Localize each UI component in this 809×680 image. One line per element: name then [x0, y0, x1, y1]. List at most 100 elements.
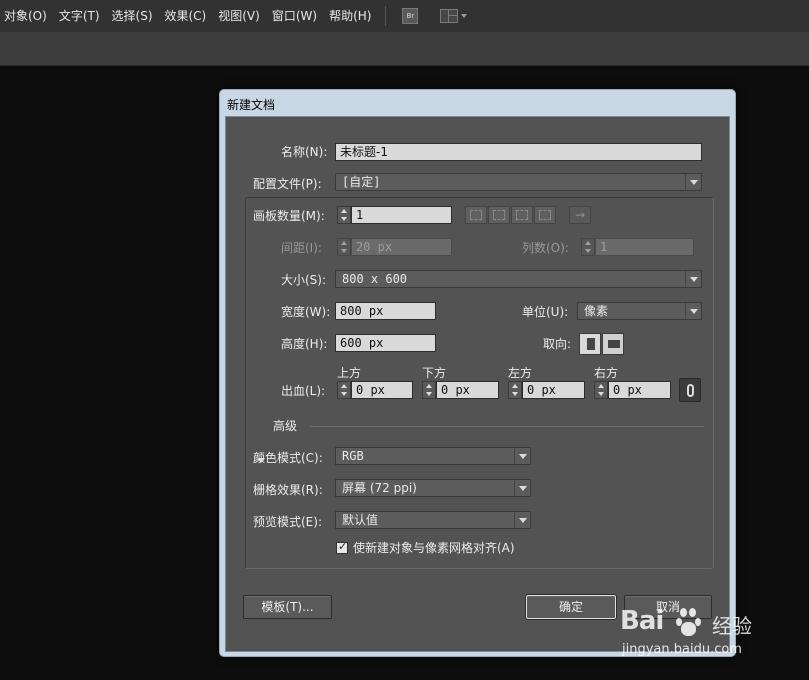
chevron-down-icon — [685, 303, 701, 319]
chevron-down-icon — [514, 448, 530, 464]
bridge-button[interactable]: Br — [402, 8, 419, 24]
size-select[interactable]: 800 x 600 — [335, 270, 702, 288]
spacing-stepper[interactable] — [337, 238, 351, 256]
orientation-label: 取向: — [543, 337, 572, 351]
menu-effect[interactable]: 效果(C) — [161, 0, 215, 32]
chevron-down-icon — [514, 480, 530, 496]
menu-bar: 对象(O) 文字(T) 选择(S) 效果(C) 视图(V) 窗口(W) 帮助(H… — [0, 0, 809, 32]
artboards-stepper[interactable] — [337, 206, 351, 224]
menu-window[interactable]: 窗口(W) — [268, 0, 325, 32]
color-mode-label: 颜色模式(C): — [253, 451, 323, 465]
bleed-bottom-input[interactable]: 0 px — [436, 381, 499, 399]
bleed-top-input[interactable]: 0 px — [351, 381, 413, 399]
menu-type[interactable]: 文字(T) — [55, 0, 108, 32]
layout-direction-button[interactable]: → — [569, 206, 591, 224]
artboards-label: 画板数量(M): — [253, 209, 325, 223]
chevron-down-icon — [426, 392, 432, 396]
chevron-up-icon — [341, 209, 347, 213]
spacing-label: 间距(I): — [281, 241, 322, 255]
templates-button[interactable]: 模板(T)... — [243, 595, 332, 619]
dialog-title: 新建文档 — [227, 98, 276, 112]
bleed-right-label: 右方 — [594, 366, 619, 380]
bleed-top-label: 上方 — [337, 366, 362, 380]
advanced-divider — [310, 426, 704, 427]
portrait-icon — [587, 338, 595, 350]
arrange-by-column-icon — [539, 210, 551, 220]
bleed-left-input[interactable]: 0 px — [522, 381, 585, 399]
cancel-button[interactable]: 取消 — [624, 595, 712, 619]
bleed-left-label: 左方 — [508, 366, 533, 380]
units-label: 单位(U): — [522, 305, 569, 319]
control-panel — [0, 32, 809, 66]
menu-object[interactable]: 对象(O) — [0, 0, 55, 32]
menu-view[interactable]: 视图(V) — [214, 0, 268, 32]
arrow-right-icon: → — [574, 208, 586, 222]
bleed-label: 出血(L): — [281, 384, 326, 398]
landscape-button[interactable] — [602, 333, 624, 355]
bleed-link-button[interactable] — [679, 378, 701, 402]
chevron-down-icon — [341, 217, 347, 221]
arrange-documents-icon — [440, 9, 459, 23]
chevron-down-icon — [341, 392, 347, 396]
chevron-down-icon — [598, 392, 604, 396]
name-input[interactable]: 未标题-1 — [335, 143, 702, 161]
chevron-down-icon — [585, 249, 591, 253]
grid-by-row-button[interactable] — [465, 206, 487, 224]
chevron-down-icon — [512, 392, 518, 396]
chevron-down-icon — [685, 271, 701, 287]
arrange-by-row-button[interactable] — [511, 206, 533, 224]
preview-mode-select[interactable]: 默认值 — [335, 511, 531, 529]
artboards-input[interactable]: 1 — [351, 206, 452, 224]
height-label: 高度(H): — [281, 337, 328, 351]
grid-by-column-button[interactable] — [488, 206, 510, 224]
chevron-up-icon — [426, 384, 432, 388]
link-icon — [687, 384, 694, 397]
color-mode-select[interactable]: RGB — [335, 447, 531, 465]
columns-stepper[interactable] — [581, 238, 595, 256]
profile-select[interactable]: [自定] — [335, 173, 702, 191]
profile-label: 配置文件(P): — [253, 177, 322, 191]
bleed-left-stepper[interactable] — [508, 381, 522, 399]
raster-effects-label: 栅格效果(R): — [253, 483, 323, 497]
bleed-bottom-stepper[interactable] — [422, 381, 436, 399]
raster-effects-select[interactable]: 屏幕 (72 ppi) — [335, 479, 531, 497]
portrait-button[interactable] — [579, 333, 601, 355]
landscape-icon — [608, 340, 620, 348]
bleed-right-stepper[interactable] — [594, 381, 608, 399]
preview-mode-label: 预览模式(E): — [253, 515, 322, 529]
arrange-by-row-icon — [516, 210, 528, 220]
menu-help[interactable]: 帮助(H) — [325, 0, 379, 32]
chevron-down-icon — [461, 14, 468, 18]
chevron-down-icon — [341, 249, 347, 253]
chevron-up-icon — [585, 241, 591, 245]
chevron-up-icon — [598, 384, 604, 388]
menu-divider — [385, 6, 387, 26]
bleed-bottom-label: 下方 — [422, 366, 447, 380]
width-input[interactable]: 800 px — [335, 302, 436, 320]
chevron-up-icon — [341, 241, 347, 245]
align-pixel-grid-label[interactable]: 使新建对象与像素网格对齐(A) — [353, 541, 515, 555]
chevron-down-icon — [685, 174, 701, 190]
height-input[interactable]: 600 px — [335, 334, 436, 352]
grid-by-row-icon — [470, 210, 482, 220]
bleed-top-stepper[interactable] — [337, 381, 351, 399]
width-label: 宽度(W): — [281, 305, 331, 319]
menu-select[interactable]: 选择(S) — [108, 0, 161, 32]
columns-label: 列数(O): — [522, 241, 569, 255]
grid-by-column-icon — [493, 210, 505, 220]
units-select[interactable]: 像素 — [577, 302, 702, 320]
ok-button[interactable]: 确定 — [525, 594, 617, 620]
chevron-up-icon — [512, 384, 518, 388]
new-document-dialog: 新建文档 名称(N): 未标题-1 配置文件(P): [自定] 画板数量(M):… — [219, 89, 736, 657]
arrange-by-column-button[interactable] — [534, 206, 556, 224]
spacing-input[interactable]: 20 px — [351, 238, 452, 256]
bleed-right-input[interactable]: 0 px — [608, 381, 671, 399]
advanced-label[interactable]: 高级 — [273, 419, 297, 433]
dialog-body: 名称(N): 未标题-1 配置文件(P): [自定] 画板数量(M): 1 → … — [225, 116, 730, 652]
chevron-up-icon — [341, 384, 347, 388]
columns-input[interactable]: 1 — [595, 238, 694, 256]
chevron-down-icon — [514, 512, 530, 528]
arrange-documents-button[interactable] — [440, 9, 468, 23]
name-label: 名称(N): — [281, 145, 328, 159]
align-pixel-grid-checkbox[interactable] — [336, 540, 348, 554]
